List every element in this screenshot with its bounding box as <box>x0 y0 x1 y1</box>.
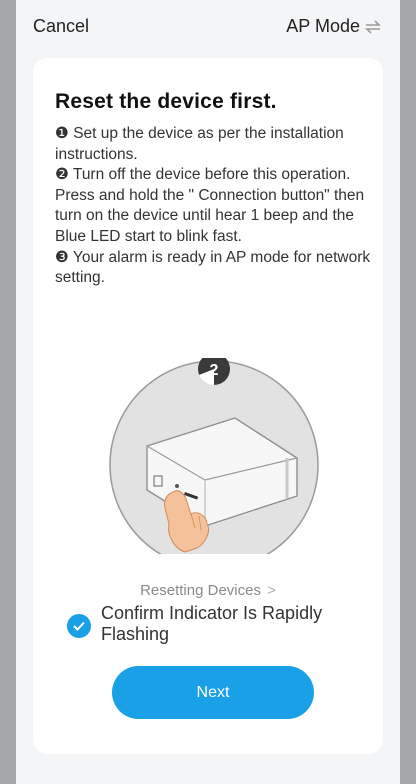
ap-mode-switch[interactable]: AP Mode <box>286 16 382 37</box>
instruction-step-2: ❷ Turn off the device before this operat… <box>55 166 365 245</box>
device-reset-illustration: 2 <box>109 358 319 554</box>
resetting-devices-label: Resetting Devices <box>140 582 261 599</box>
step-badge-number: 2 <box>210 362 219 379</box>
confirm-indicator-checkbox[interactable]: Confirm Indicator Is Rapidly Flashing <box>67 603 367 645</box>
swap-arrows-icon <box>365 19 381 34</box>
reset-instructions-card: Reset the device first. ❶ Set up the dev… <box>33 58 383 754</box>
check-circle-icon[interactable] <box>67 614 91 638</box>
resetting-devices-link[interactable]: Resetting Devices > <box>33 582 383 599</box>
chevron-right-icon: > <box>262 582 276 599</box>
instruction-step-1: ❶ Set up the device as per the installat… <box>55 125 344 163</box>
confirm-indicator-label: Confirm Indicator Is Rapidly Flashing <box>101 603 323 644</box>
top-bar: Cancel AP Mode <box>16 0 400 56</box>
page-title: Reset the device first. <box>55 90 277 113</box>
next-button[interactable]: Next <box>112 666 314 719</box>
instruction-list: ❶ Set up the device as per the installat… <box>55 124 373 289</box>
app-screen: Cancel AP Mode Reset the device first. ❶… <box>16 0 400 784</box>
instruction-step-3: ❸ Your alarm is ready in AP mode for net… <box>55 248 371 287</box>
cancel-button[interactable]: Cancel <box>33 16 89 37</box>
ap-mode-label: AP Mode <box>286 16 360 36</box>
